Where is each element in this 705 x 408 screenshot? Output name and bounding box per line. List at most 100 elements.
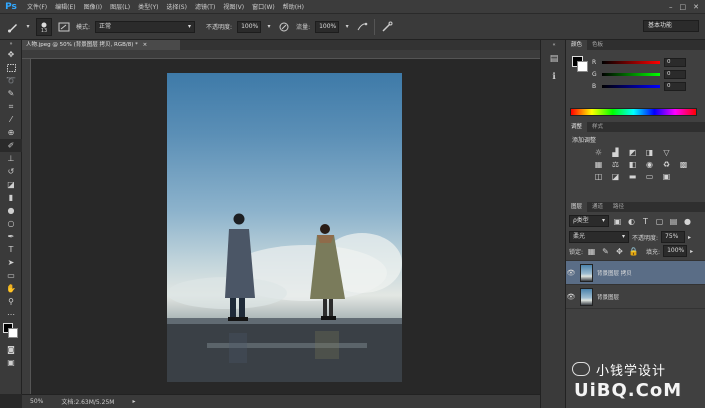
slider-r[interactable] xyxy=(602,60,660,64)
tab-color[interactable]: 颜色 xyxy=(566,40,588,50)
brush-tool-icon[interactable] xyxy=(6,20,20,34)
brush-panel-toggle-icon[interactable] xyxy=(57,20,71,34)
filter-smart-icon[interactable]: ▤ xyxy=(668,217,679,226)
exposure-icon[interactable]: ◨ xyxy=(644,148,655,157)
blur-tool-icon[interactable]: ● xyxy=(0,204,22,217)
chevron-right-icon[interactable]: ▸ xyxy=(132,398,135,405)
brush-preset-picker[interactable]: 13 xyxy=(36,17,52,36)
toolbar-collapse-icon[interactable]: » xyxy=(0,40,22,48)
layer-kind-filter[interactable]: ρ类型 ▾ xyxy=(569,215,609,227)
quick-selection-tool-icon[interactable]: ✎ xyxy=(0,87,22,100)
tab-paths[interactable]: 路径 xyxy=(608,202,629,212)
layer-row[interactable]: 👁 背景图层 xyxy=(566,285,705,309)
quick-mask-icon[interactable]: ◙ xyxy=(0,343,22,356)
pressure-size-icon[interactable] xyxy=(380,20,394,34)
invert-icon[interactable]: ◫ xyxy=(593,172,604,181)
close-icon[interactable]: ✕ xyxy=(693,3,699,11)
menu-file[interactable]: 文件(F) xyxy=(23,2,51,11)
hue-saturation-icon[interactable]: ▦ xyxy=(593,160,604,169)
value-b[interactable]: 0 xyxy=(664,81,686,91)
close-tab-icon[interactable]: × xyxy=(143,42,148,48)
brightness-contrast-icon[interactable]: ☼ xyxy=(593,148,604,157)
flow-field[interactable]: 100% xyxy=(315,20,340,33)
filter-pixel-icon[interactable]: ▣ xyxy=(612,217,623,226)
more-tools-icon[interactable]: ⋯ xyxy=(0,308,22,321)
workspace-switcher[interactable]: 基本功能 xyxy=(643,20,699,32)
background-color[interactable] xyxy=(8,328,18,338)
minimize-icon[interactable]: – xyxy=(669,3,673,11)
menu-window[interactable]: 窗口(W) xyxy=(248,2,279,11)
filter-shape-icon[interactable]: ▢ xyxy=(654,217,665,226)
photo-filter-icon[interactable]: ◉ xyxy=(644,160,655,169)
pen-tool-icon[interactable]: ✒ xyxy=(0,230,22,243)
levels-icon[interactable]: ▟ xyxy=(610,148,621,157)
slider-b[interactable] xyxy=(602,84,660,88)
document-canvas-photo[interactable] xyxy=(167,73,402,382)
chevron-right-icon[interactable]: ▸ xyxy=(688,234,691,241)
clone-stamp-tool-icon[interactable]: ⊥ xyxy=(0,152,22,165)
layer-opacity-field[interactable]: 75% xyxy=(661,231,686,243)
mode-select[interactable]: 正常 ▾ xyxy=(95,20,196,33)
opacity-field[interactable]: 100% xyxy=(237,20,262,33)
value-r[interactable]: 0 xyxy=(664,57,686,67)
threshold-icon[interactable]: ▬ xyxy=(627,172,638,181)
document-tab[interactable]: 人物.jpeg @ 50% (背景图层 拷贝, RGB/8) * × xyxy=(22,40,180,50)
hand-tool-icon[interactable]: ✋ xyxy=(0,282,22,295)
lock-image-icon[interactable]: ✎ xyxy=(600,247,611,256)
layer-row[interactable]: 👁 背景图层 拷贝 xyxy=(566,261,705,285)
gradient-map-icon[interactable]: ▭ xyxy=(644,172,655,181)
healing-brush-tool-icon[interactable]: ⊕ xyxy=(0,126,22,139)
menu-select[interactable]: 选择(S) xyxy=(162,2,191,11)
pressure-opacity-icon[interactable] xyxy=(277,20,291,34)
menu-image[interactable]: 图像(I) xyxy=(80,2,106,11)
eraser-tool-icon[interactable]: ◪ xyxy=(0,178,22,191)
brush-tool-icon[interactable]: ✐ xyxy=(0,139,22,152)
tab-swatches[interactable]: 色板 xyxy=(587,40,608,50)
menu-filter[interactable]: 滤镜(T) xyxy=(191,2,219,11)
menu-help[interactable]: 帮助(H) xyxy=(279,2,308,11)
zoom-tool-icon[interactable]: ⚲ xyxy=(0,295,22,308)
eye-icon[interactable]: 👁 xyxy=(566,269,576,277)
posterize-icon[interactable]: ◪ xyxy=(610,172,621,181)
color-lookup-icon[interactable]: ▩ xyxy=(678,160,689,169)
tab-styles[interactable]: 样式 xyxy=(587,122,608,132)
value-g[interactable]: 0 xyxy=(664,69,686,79)
gradient-tool-icon[interactable]: ▮ xyxy=(0,191,22,204)
path-selection-tool-icon[interactable]: ➤ xyxy=(0,256,22,269)
spectrum-bar[interactable] xyxy=(570,108,697,116)
move-tool-icon[interactable]: ✥ xyxy=(0,48,22,61)
tab-channels[interactable]: 通道 xyxy=(587,202,608,212)
color-swatches[interactable] xyxy=(0,321,22,343)
filter-adjustment-icon[interactable]: ◐ xyxy=(626,217,637,226)
crop-tool-icon[interactable]: ⌗ xyxy=(0,100,22,113)
tab-adjustments[interactable]: 调整 xyxy=(566,122,588,132)
slider-g[interactable] xyxy=(602,72,660,76)
lock-transparent-icon[interactable]: ▦ xyxy=(586,247,597,256)
dodge-tool-icon[interactable]: ○ xyxy=(0,217,22,230)
tab-layers[interactable]: 图层 xyxy=(566,202,588,212)
menu-layer[interactable]: 图层(L) xyxy=(106,2,134,11)
blend-mode-select[interactable]: 柔光 ▾ xyxy=(569,231,629,243)
eyedropper-tool-icon[interactable]: ⁄ xyxy=(0,113,22,126)
properties-panel-icon[interactable]: ℹ xyxy=(541,68,567,86)
restore-icon[interactable]: □ xyxy=(680,3,687,11)
black-white-icon[interactable]: ◧ xyxy=(627,160,638,169)
chevron-down-icon[interactable]: ▾ xyxy=(25,20,31,34)
selective-color-icon[interactable]: ▣ xyxy=(661,172,672,181)
chevron-down-icon[interactable]: ▾ xyxy=(344,20,350,34)
history-panel-icon[interactable]: ▤ xyxy=(541,50,567,68)
rectangle-tool-icon[interactable]: ▭ xyxy=(0,269,22,282)
lasso-tool-icon[interactable]: ➰ xyxy=(0,74,22,87)
marquee-tool-icon[interactable] xyxy=(0,61,22,74)
airbrush-icon[interactable] xyxy=(355,20,369,34)
channel-mixer-icon[interactable]: ♻ xyxy=(661,160,672,169)
curves-icon[interactable]: ◩ xyxy=(627,148,638,157)
chevron-right-icon[interactable]: ▸ xyxy=(690,248,693,255)
menu-type[interactable]: 类型(Y) xyxy=(134,2,162,11)
menu-view[interactable]: 视图(V) xyxy=(219,2,248,11)
filter-type-icon[interactable]: T xyxy=(640,217,651,226)
screen-mode-icon[interactable]: ▣ xyxy=(0,356,22,369)
lock-position-icon[interactable]: ✥ xyxy=(614,247,625,256)
type-tool-icon[interactable]: T xyxy=(0,243,22,256)
history-brush-tool-icon[interactable]: ↺ xyxy=(0,165,22,178)
